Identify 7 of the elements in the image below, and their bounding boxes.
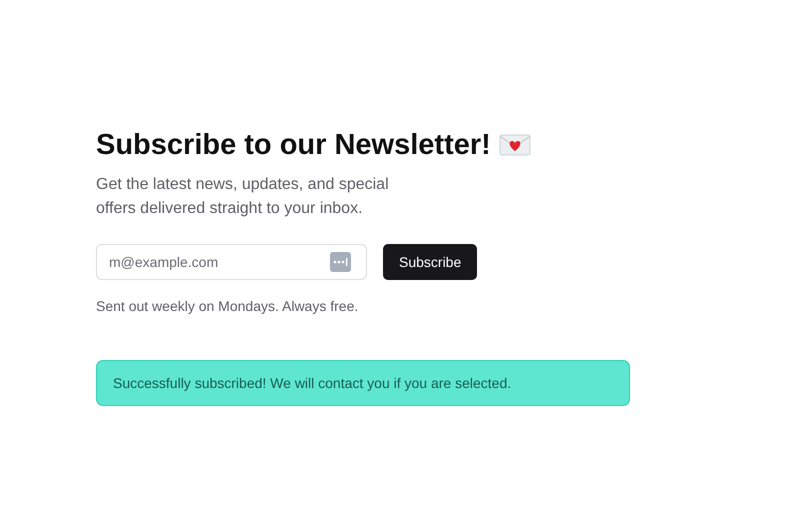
- description: Get the latest news, updates, and special offers delivered straight to your inbox.: [96, 175, 390, 219]
- alert-message: Successfully subscribed! We will contact you if you are selected.: [113, 374, 512, 393]
- password-manager-icon[interactable]: [330, 252, 351, 272]
- email-field[interactable]: m@example.com: [96, 244, 367, 280]
- subscribe-button[interactable]: Subscribe: [383, 244, 478, 280]
- heading: Subscribe to our Newsletter!: [96, 128, 491, 163]
- note: Sent out weekly on Mondays. Always free.: [96, 297, 360, 316]
